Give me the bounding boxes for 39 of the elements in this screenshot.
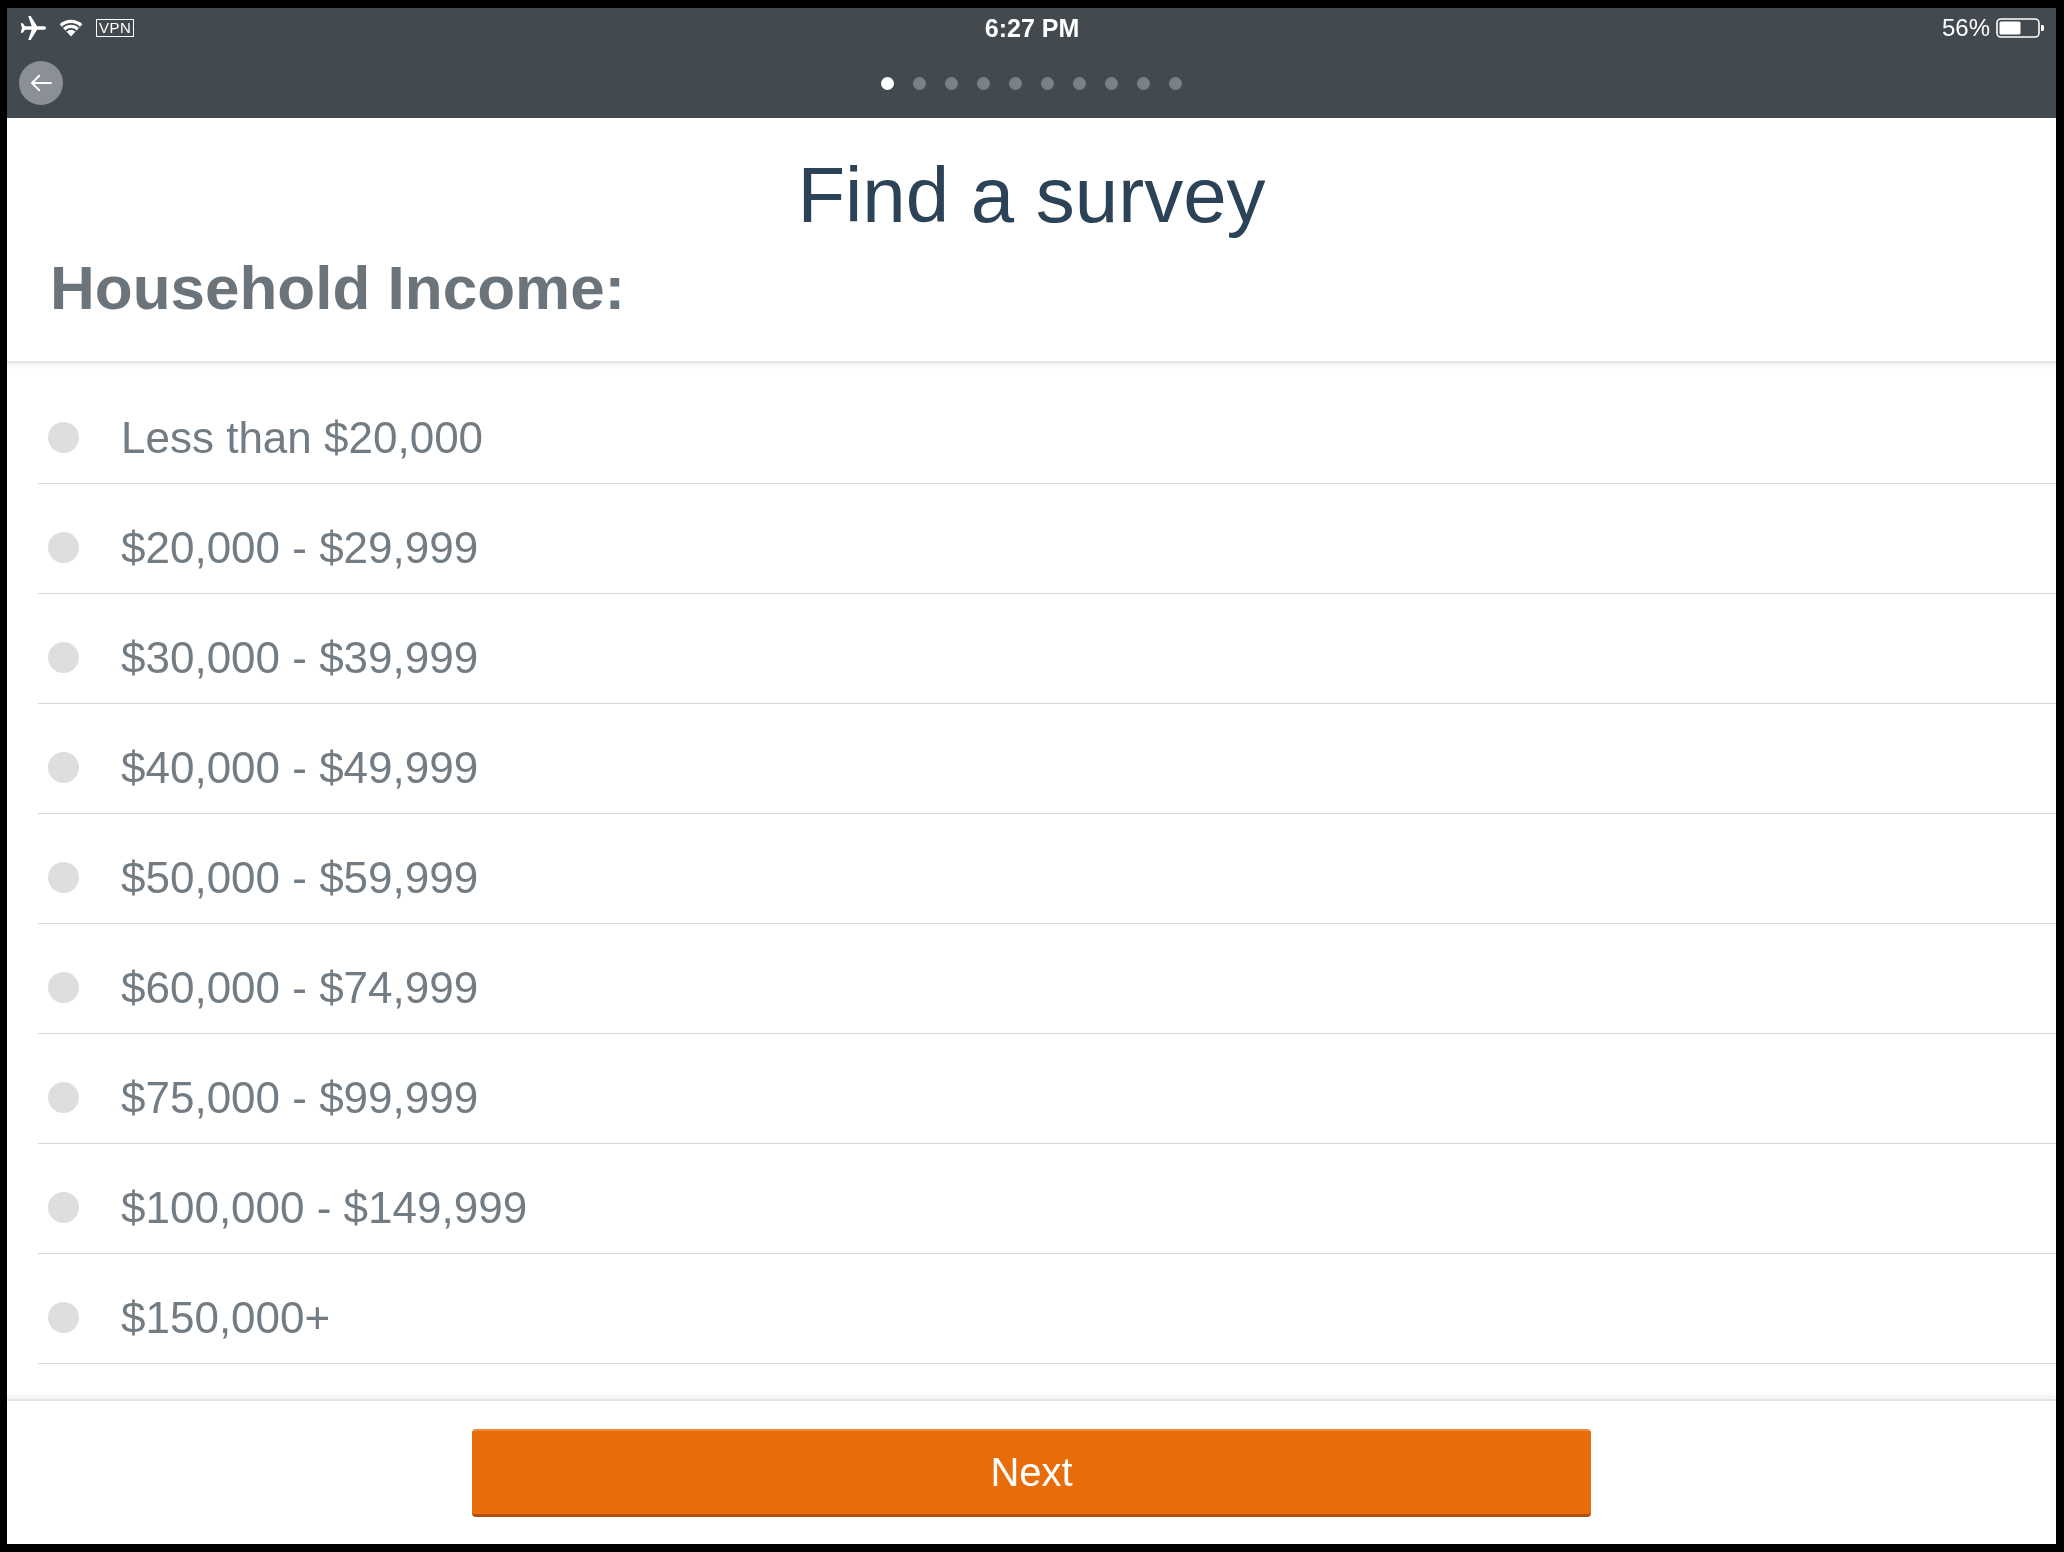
radio-button[interactable] [48, 532, 79, 563]
vpn-indicator: VPN [96, 19, 135, 37]
page-dot-icon[interactable] [1137, 76, 1150, 90]
radio-button[interactable] [48, 972, 79, 1003]
battery-icon [1996, 17, 2044, 39]
back-button[interactable] [19, 61, 63, 105]
radio-button[interactable] [48, 1192, 79, 1223]
page-dot-icon[interactable] [1041, 76, 1054, 90]
battery-percent: 56% [1941, 13, 1990, 43]
page-dot-icon[interactable] [1073, 76, 1086, 90]
radio-button[interactable] [48, 1302, 79, 1333]
page-dot-icon[interactable] [977, 76, 990, 90]
question-heading: Household Income: [50, 253, 626, 323]
option-label[interactable]: $150,000+ [121, 1290, 331, 1346]
option-label[interactable]: $60,000 - $74,999 [121, 960, 479, 1016]
radio-button[interactable] [48, 642, 79, 673]
page-dot-icon[interactable] [945, 76, 958, 90]
page-dot-icon[interactable] [1105, 76, 1118, 90]
radio-button[interactable] [48, 1082, 79, 1113]
option-label[interactable]: $50,000 - $59,999 [121, 850, 479, 906]
radio-button[interactable] [48, 862, 79, 893]
option-label[interactable]: $40,000 - $49,999 [121, 740, 479, 796]
page-dot-icon[interactable] [1169, 76, 1182, 90]
radio-button[interactable] [48, 422, 79, 453]
wifi-icon [59, 19, 83, 37]
status-time: 6:27 PM [984, 13, 1080, 43]
arrow-left-icon [30, 74, 52, 92]
option-label[interactable]: $30,000 - $39,999 [121, 630, 479, 686]
page-dot-icon[interactable] [1009, 76, 1022, 90]
page-dot-icon[interactable] [881, 76, 894, 90]
option-label[interactable]: $20,000 - $29,999 [121, 520, 479, 576]
page-dot-icon[interactable] [913, 76, 926, 90]
page-title: Find a survey [797, 150, 1266, 240]
airplane-icon [20, 16, 46, 40]
next-button[interactable]: Next [472, 1428, 1591, 1517]
option-label[interactable]: Less than $20,000 [121, 410, 484, 466]
option-label[interactable]: $75,000 - $99,999 [121, 1070, 479, 1126]
radio-button[interactable] [48, 752, 79, 783]
option-label[interactable]: $100,000 - $149,999 [121, 1180, 528, 1236]
